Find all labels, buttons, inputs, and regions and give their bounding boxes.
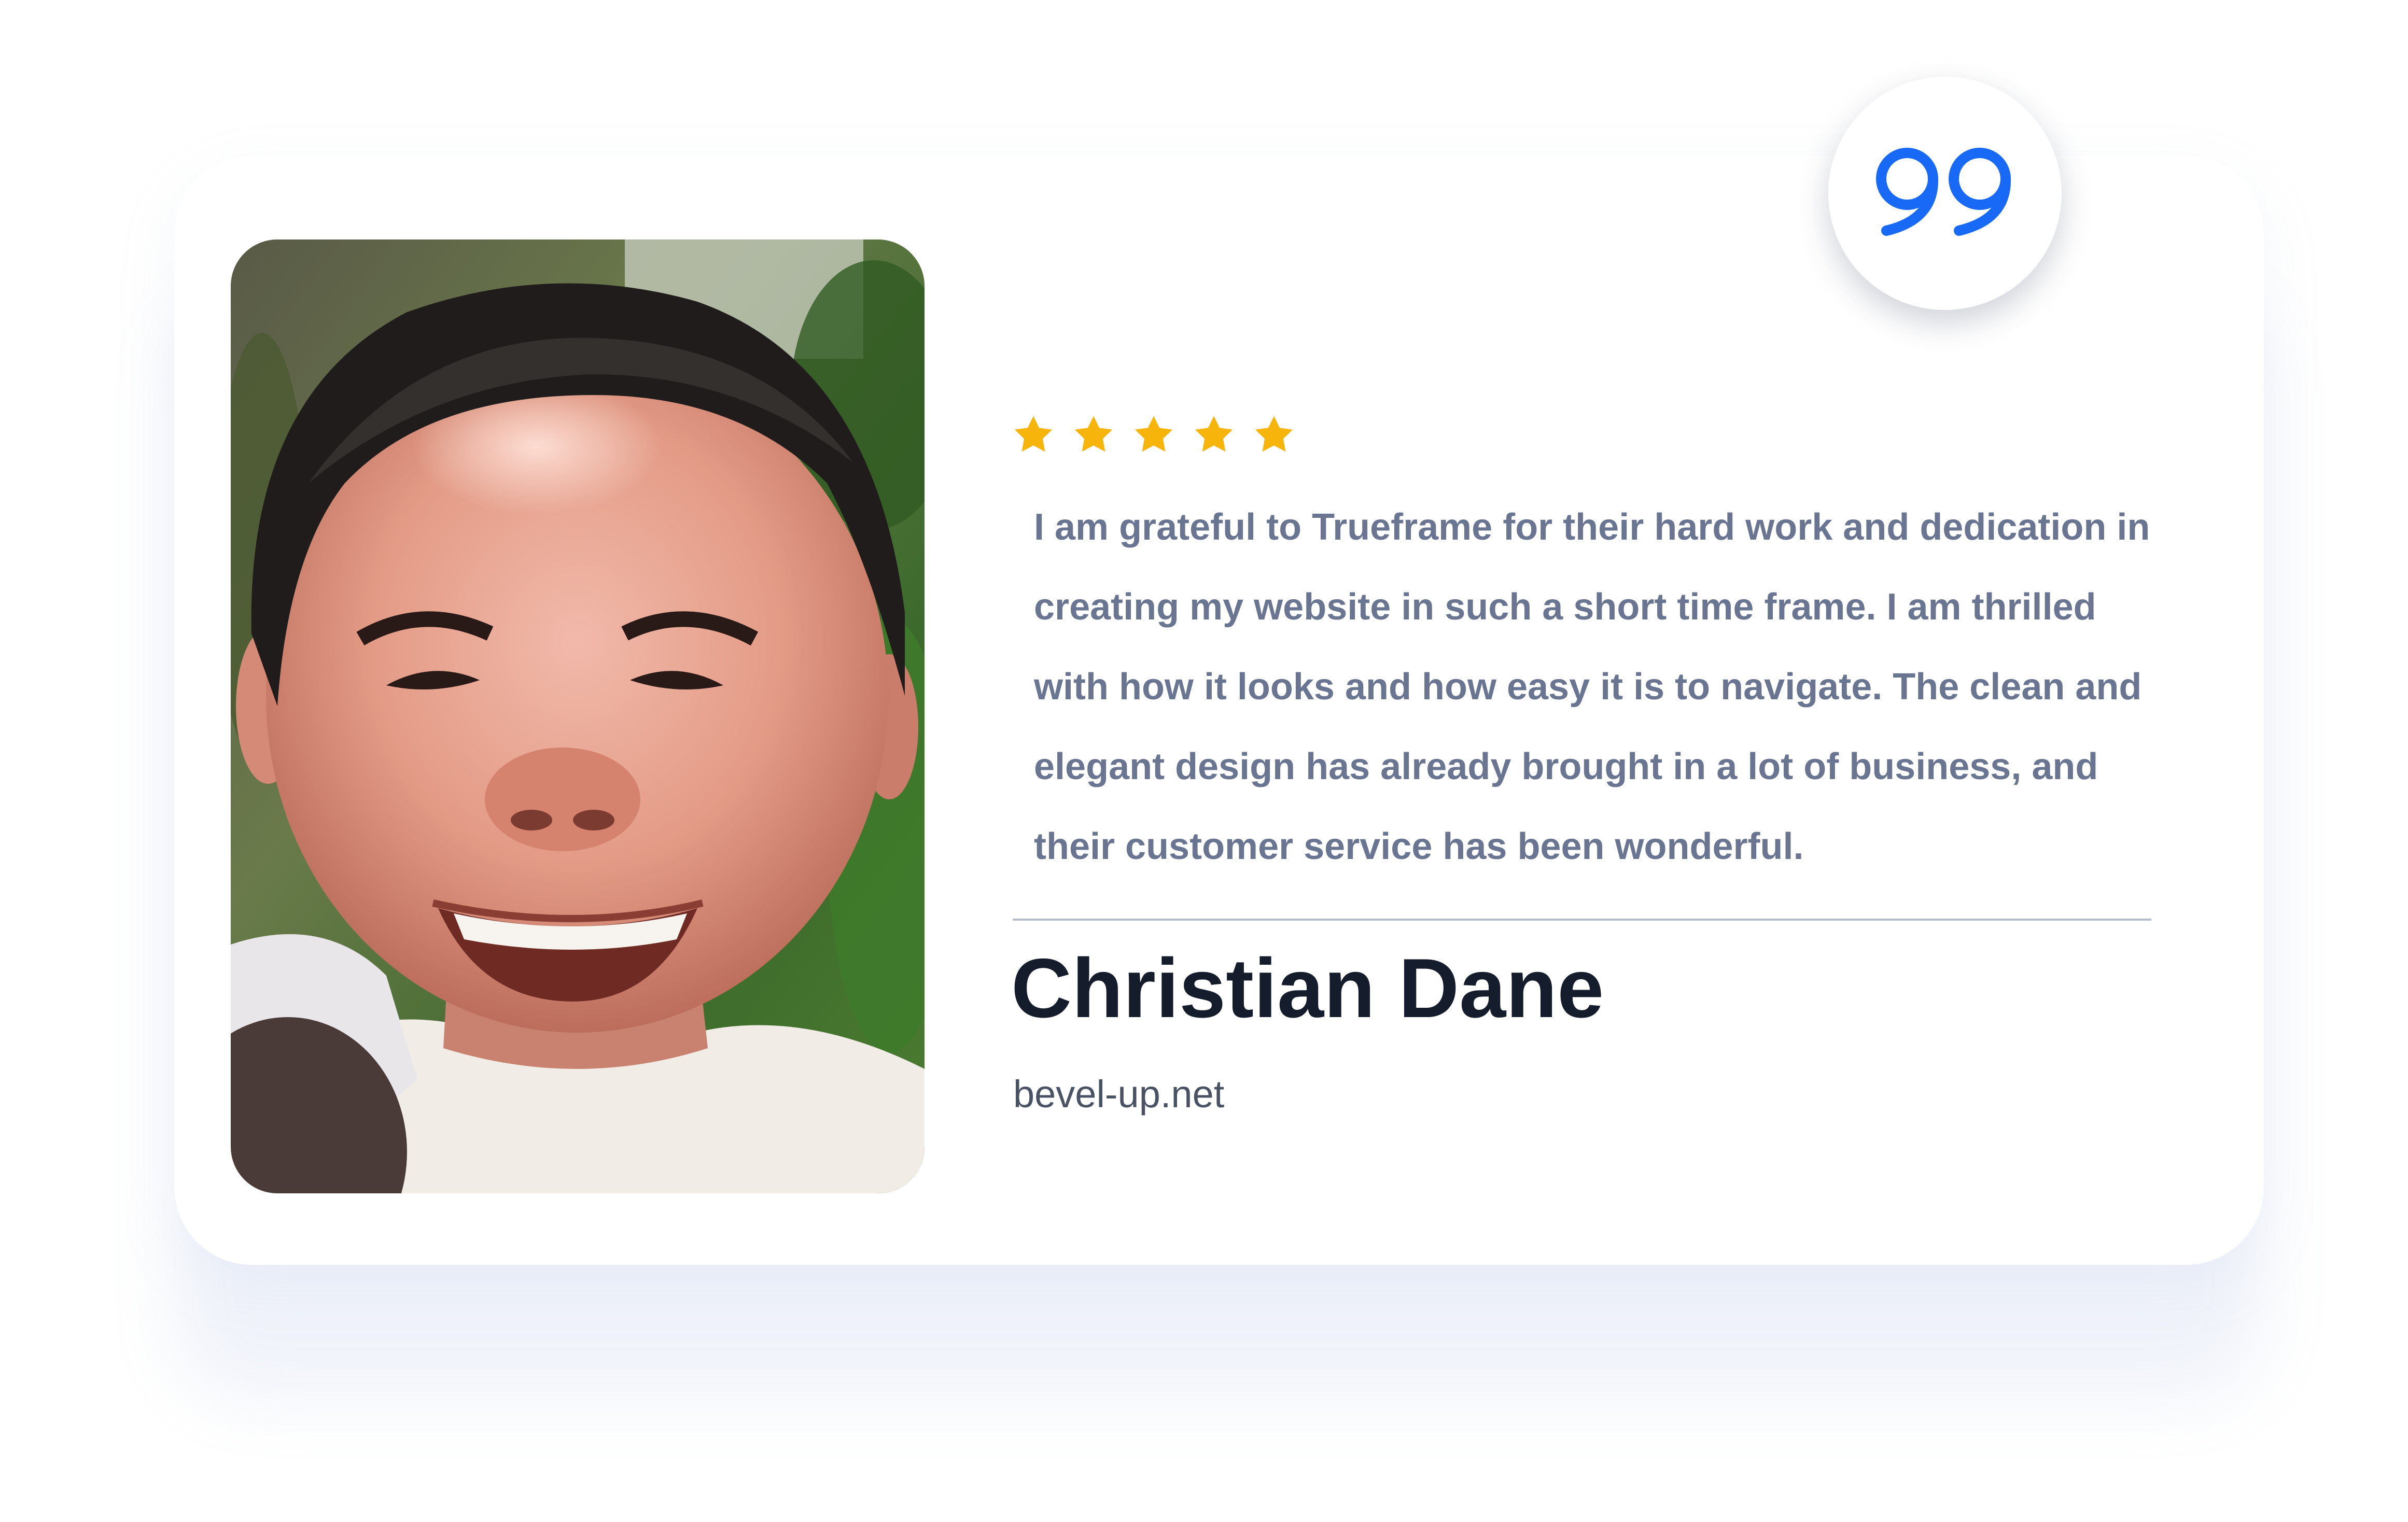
divider	[1013, 919, 2151, 921]
review-line: their customer service has been wonderfu…	[1034, 826, 1804, 867]
review-line: elegant design has already brought in a …	[1034, 746, 2098, 787]
review-line: with how it looks and how easy it is to …	[1034, 666, 2142, 708]
author-company: bevel-up.net	[1013, 1073, 1225, 1116]
star-icon	[1195, 416, 1233, 452]
page: I am grateful to Trueframe for their har…	[0, 0, 2408, 1522]
star-rating	[1011, 413, 1296, 464]
star-icon	[1135, 416, 1173, 452]
quote-badge	[1828, 77, 2062, 310]
review-text: I am grateful to Trueframe for their har…	[1034, 487, 2175, 886]
quote-icon	[1876, 148, 2011, 236]
star-icon	[1255, 416, 1293, 452]
review-line: I am grateful to Trueframe for their har…	[1034, 506, 2150, 548]
author-name: Christian Dane	[1011, 941, 1604, 1035]
star-icon	[1014, 416, 1053, 452]
star-icon	[1074, 416, 1113, 452]
author-photo	[231, 239, 925, 1193]
review-line: creating my website in such a short time…	[1034, 586, 2096, 628]
